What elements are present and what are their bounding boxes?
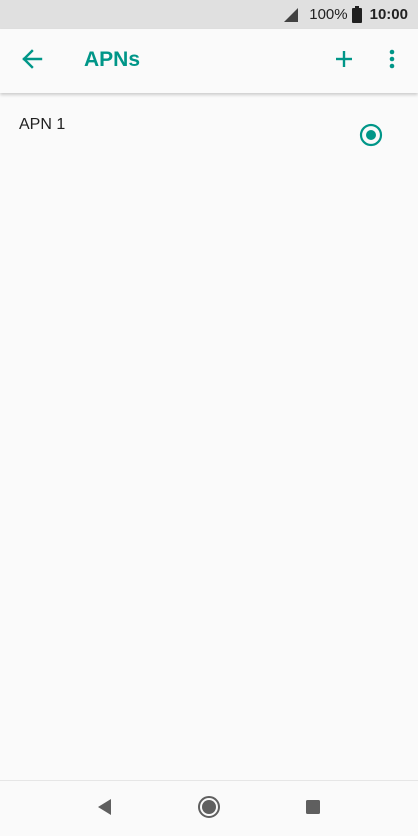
nav-home-icon — [197, 795, 221, 824]
arrow-back-icon — [21, 48, 43, 75]
apn-settings-screen: 100% 10:00 APNs APN 1 — [0, 0, 418, 836]
battery-percent: 100% — [309, 6, 348, 23]
list-item[interactable]: APN 1 — [0, 95, 418, 175]
status-bar: 100% 10:00 — [0, 0, 418, 29]
apn-name: APN 1 — [19, 116, 66, 133]
nav-home-button[interactable] — [195, 795, 223, 823]
add-apn-button[interactable] — [328, 45, 360, 77]
radio-selected-icon — [359, 123, 383, 147]
apn-radio-button[interactable] — [359, 123, 383, 147]
more-options-button[interactable] — [378, 45, 406, 77]
nav-back-button[interactable] — [90, 795, 118, 823]
page-title: APNs — [84, 48, 141, 71]
app-bar: APNs — [0, 29, 418, 93]
plus-icon — [334, 49, 354, 74]
battery-icon — [351, 6, 362, 23]
navigation-bar — [0, 780, 418, 836]
nav-recents-icon — [305, 799, 321, 820]
more-vertical-icon — [389, 49, 395, 74]
signal-icon — [283, 7, 299, 23]
apn-list: APN 1 — [0, 95, 418, 175]
nav-recents-button[interactable] — [299, 795, 327, 823]
nav-back-icon — [95, 798, 113, 821]
back-button[interactable] — [16, 45, 48, 77]
clock: 10:00 — [369, 6, 408, 23]
